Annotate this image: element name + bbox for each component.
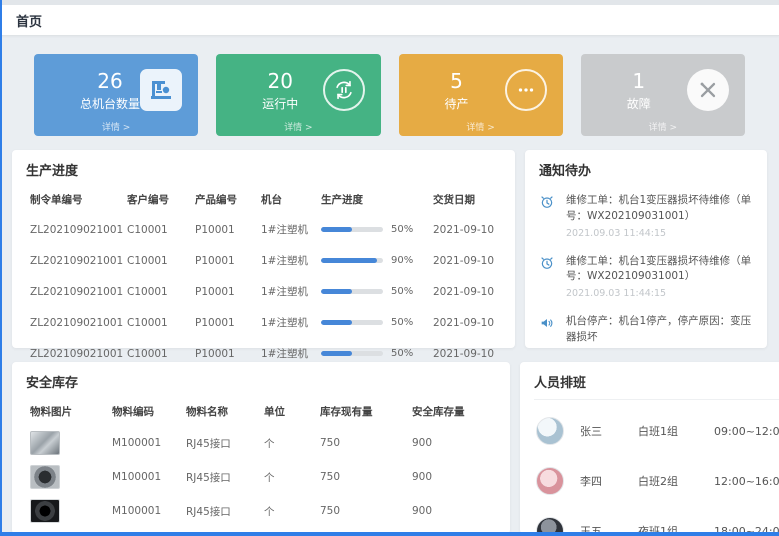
staff-time: 12:00~16:00 [714, 475, 779, 488]
material-image [30, 431, 60, 455]
fault-value: 1 [627, 69, 651, 93]
progress-label: 50% [391, 317, 413, 328]
staff-schedule-panel: 人员排班 张三 白班1组 09:00~12:00 李四 白班2组 12:00~1… [520, 362, 779, 534]
material-image [30, 465, 60, 489]
progress-bar [321, 320, 383, 325]
progress-bar [321, 289, 383, 294]
running-detail-link[interactable]: 详情 > [216, 120, 380, 133]
stat-card-total-machines: 26 总机台数量 详情 > [34, 54, 198, 136]
total-machines-detail-link[interactable]: 详情 > [34, 120, 198, 133]
table-row: M100001 RJ45接口 个 750 900 [26, 426, 496, 460]
material-image [30, 499, 60, 523]
waiting-detail-link[interactable]: 详情 > [399, 120, 563, 133]
alarm-clock-icon [539, 254, 557, 300]
total-machines-value: 26 [80, 69, 140, 93]
page-title: 首页 [16, 11, 42, 30]
table-row: ZL202109021001 C10001 P10001 1#注塑机 50% 2… [26, 276, 501, 307]
running-value: 20 [262, 69, 298, 93]
avatar [536, 467, 564, 495]
dashboard-content: 26 总机台数量 详情 > 20 运行中 [0, 54, 779, 534]
progress-label: 90% [391, 255, 413, 266]
table-row: ZL202109021001 C10001 P10001 1#注塑机 50% 2… [26, 214, 501, 245]
stat-card-fault: 1 故障 详情 > [581, 54, 745, 136]
notice-item[interactable]: 维修工单：机台1变压器损坏待维修（单号：WX202109031001） 2021… [539, 185, 753, 246]
safety-stock-title: 安全库存 [26, 372, 496, 391]
progress-label: 50% [391, 224, 413, 235]
table-header-row: 物料图片 物料编码 物料名称 单位 库存现有量 安全库存量 [26, 397, 496, 426]
schedule-row: 张三 白班1组 09:00~12:00 [534, 406, 779, 456]
repair-tools-icon [687, 69, 729, 111]
table-row: ZL202109021001 C10001 P10001 1#注塑机 90% 2… [26, 245, 501, 276]
fault-detail-link[interactable]: 详情 > [581, 120, 745, 133]
running-sync-icon [323, 69, 365, 111]
staff-schedule-title: 人员排班 [534, 372, 779, 400]
progress-bar [321, 227, 383, 232]
speaker-icon [539, 314, 557, 349]
notice-item[interactable]: 维修工单：机台1变压器损坏待维修（单号：WX202109031001） 2021… [539, 246, 753, 307]
notices-title: 通知待办 [539, 160, 753, 179]
fault-label: 故障 [627, 95, 651, 112]
stat-card-waiting: 5 待产 详情 > [399, 54, 563, 136]
table-header-row: 制令单编号 客户编号 产品编号 机台 生产进度 交货日期 [26, 185, 501, 214]
avatar [536, 417, 564, 445]
notice-time: 2021.09.03 11:44:15 [566, 288, 753, 299]
staff-time: 09:00~12:00 [714, 425, 779, 438]
production-progress-table: 制令单编号 客户编号 产品编号 机台 生产进度 交货日期 ZL202109021… [26, 185, 501, 369]
staff-name: 李四 [580, 473, 638, 489]
production-progress-title: 生产进度 [26, 160, 501, 179]
staff-name: 张三 [580, 423, 638, 439]
window-bottom-edge [0, 532, 779, 536]
waiting-value: 5 [445, 69, 469, 93]
staff-shift: 白班2组 [638, 473, 714, 489]
window-left-edge [0, 0, 2, 536]
notice-text: 维修工单：机台1变压器损坏待维修（单号：WX202109031001） [566, 193, 753, 225]
safety-stock-table: 物料图片 物料编码 物料名称 单位 库存现有量 安全库存量 M100001 RJ… [26, 397, 496, 528]
progress-label: 50% [391, 348, 413, 359]
total-machines-label: 总机台数量 [80, 95, 140, 112]
page-header: 首页 [0, 5, 779, 36]
table-row: M100001 RJ45接口 个 750 900 [26, 494, 496, 528]
ellipsis-icon [505, 69, 547, 111]
waiting-label: 待产 [445, 95, 469, 112]
notice-item[interactable]: 机台停产：机台1停产，停产原因：变压器损坏 [539, 306, 753, 356]
notice-time: 2021.09.03 11:44:15 [566, 228, 753, 239]
stat-cards-row: 26 总机台数量 详情 > 20 运行中 [34, 54, 745, 136]
production-progress-panel: 生产进度 制令单编号 客户编号 产品编号 机台 生产进度 交货日期 ZL2021… [12, 150, 515, 348]
machine-icon [140, 69, 182, 111]
notice-text: 机台停产：机台1停产，停产原因：变压器损坏 [566, 314, 753, 346]
progress-bar [321, 258, 383, 263]
running-label: 运行中 [262, 95, 298, 112]
alarm-clock-icon [539, 193, 557, 239]
safety-stock-panel: 安全库存 物料图片 物料编码 物料名称 单位 库存现有量 安全库存量 M [12, 362, 510, 534]
stat-card-running: 20 运行中 详情 > [216, 54, 380, 136]
table-row: M100001 RJ45接口 个 750 900 [26, 460, 496, 494]
progress-bar [321, 351, 383, 356]
staff-shift: 白班1组 [638, 423, 714, 439]
progress-label: 50% [391, 286, 413, 297]
schedule-row: 李四 白班2组 12:00~16:00 [534, 456, 779, 506]
notice-text: 维修工单：机台1变压器损坏待维修（单号：WX202109031001） [566, 254, 753, 286]
table-row: ZL202109021001 C10001 P10001 1#注塑机 50% 2… [26, 307, 501, 338]
notices-panel: 通知待办 维修工单：机台1变压器损坏待维修（单号：WX202109031001）… [525, 150, 767, 348]
